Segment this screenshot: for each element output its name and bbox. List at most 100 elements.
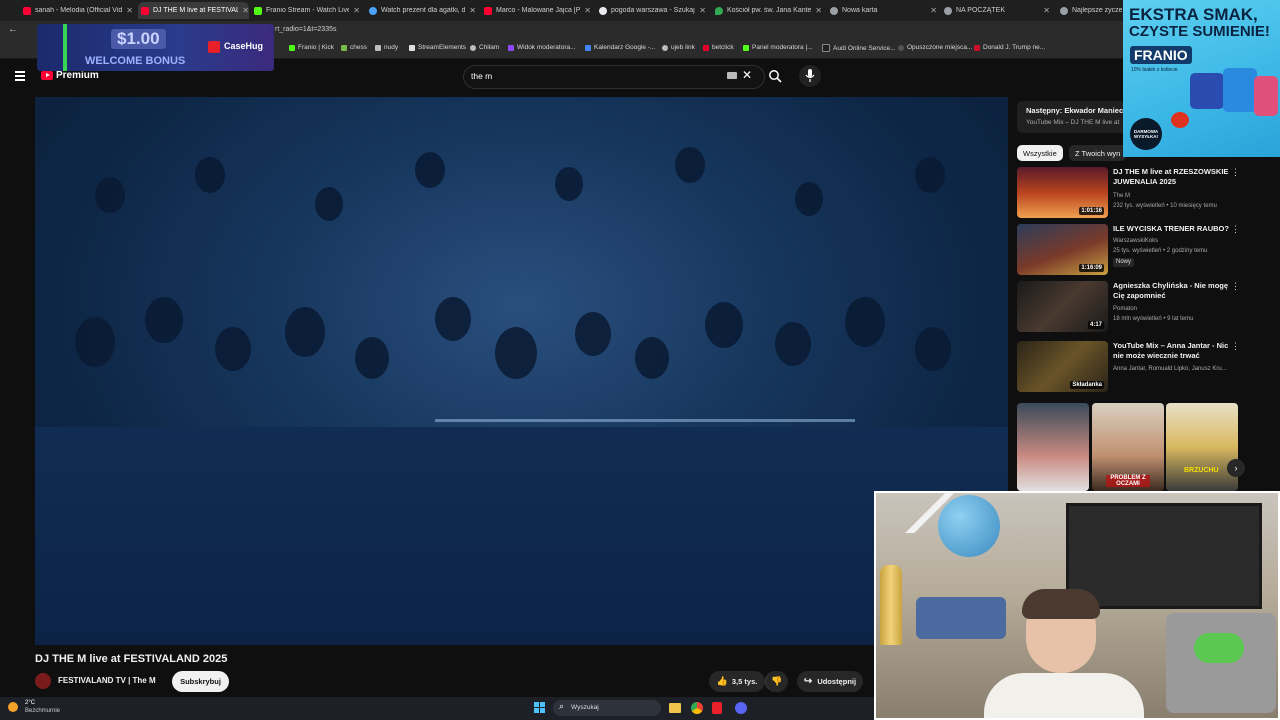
close-tab-icon[interactable]: ✕	[1043, 6, 1050, 15]
globe-bookmark-icon	[470, 44, 476, 51]
search-box[interactable]: the m ✕	[463, 65, 765, 89]
search-input[interactable]: the m	[471, 71, 492, 81]
voice-search-button[interactable]	[799, 65, 821, 87]
browser-tab[interactable]: Kościół pw. św. Jana Kantego ✕	[715, 2, 822, 19]
bookmark-item[interactable]: Kalendarz Google -...	[585, 44, 655, 51]
folder-icon	[375, 44, 381, 51]
bookmark-item[interactable]: chess	[341, 44, 367, 51]
browser-tab[interactable]: Najlepsze życzenia	[1060, 2, 1122, 19]
short-thumbnail[interactable]	[1017, 403, 1089, 491]
recommendation-item[interactable]: 1:16:09 ILE WYCISKA TRENER RAUBO? Warsza…	[1017, 224, 1257, 276]
keyboard-icon[interactable]	[727, 72, 737, 79]
youtube-favicon-icon	[23, 6, 31, 15]
bookmark-item[interactable]: Chiłam	[470, 44, 499, 51]
dislike-button[interactable]: 👎	[765, 671, 788, 692]
back-arrow-icon[interactable]: ←	[8, 24, 18, 35]
like-button[interactable]: 👍 3,5 tys.	[709, 671, 765, 692]
browser-tab[interactable]: Marco - Malowane Jajca [Pari ✕	[484, 2, 591, 19]
close-tab-icon[interactable]: ✕	[815, 6, 822, 15]
browser-tab-active[interactable]: DJ THE M live at FESTIVALAND✕	[138, 2, 249, 19]
channel-name[interactable]: WarszawskiKoks	[1113, 237, 1238, 246]
channel-name[interactable]: The M	[1113, 192, 1238, 201]
bookmark-item[interactable]: Panel moderatora |...	[743, 44, 813, 51]
bookmark-item[interactable]: nudy	[375, 44, 398, 51]
video-title[interactable]: ILE WYCISKA TRENER RAUBO?	[1113, 224, 1238, 234]
sword-icon	[63, 24, 67, 71]
chip-from-search[interactable]: Z Twoich wyn	[1069, 145, 1126, 161]
more-options-icon[interactable]: ⋮	[1231, 341, 1240, 352]
hamburger-menu-icon[interactable]	[10, 67, 30, 85]
channel-avatar[interactable]	[35, 673, 51, 689]
bookmark-item[interactable]: Franio | Kick	[289, 44, 334, 51]
channel-name[interactable]: Pomaton	[1113, 305, 1238, 314]
recommendation-item[interactable]: Składanka YouTube Mix – Anna Jantar - Ni…	[1017, 341, 1257, 393]
close-tab-icon[interactable]: ✕	[126, 6, 133, 15]
video-title[interactable]: DJ THE M live at RZESZOWSKIE JUWENALIA 2…	[1113, 167, 1238, 187]
browser-tab[interactable]: sanah - Melodia (Official Vide ✕	[23, 2, 133, 19]
video-title-heading: DJ THE M live at FESTIVALAND 2025	[35, 653, 228, 665]
more-options-icon[interactable]: ⋮	[1231, 281, 1240, 292]
more-options-icon[interactable]: ⋮	[1231, 224, 1240, 235]
close-tab-icon[interactable]: ✕	[353, 6, 360, 15]
recommendation-item[interactable]: 1:01:16 DJ THE M live at RZESZOWSKIE JUW…	[1017, 167, 1257, 219]
shorts-next-button[interactable]: ›	[1227, 459, 1245, 477]
video-thumbnail[interactable]: 1:01:16	[1017, 167, 1108, 218]
protein-tub-image	[1223, 68, 1257, 112]
address-url[interactable]: rt_radio=1&t=2335s	[275, 26, 337, 33]
more-options-icon[interactable]: ⋮	[1231, 167, 1240, 178]
bookmark-item[interactable]: Donald J. Trump ne...	[974, 44, 1045, 51]
browser-tab[interactable]: NA POCZĄTEK ✕	[944, 2, 1050, 19]
short-thumbnail[interactable]: PROBLEM Z OCZAMI	[1092, 403, 1164, 491]
bookmark-item[interactable]: ujeb link	[662, 44, 695, 51]
fruit-image	[1171, 112, 1189, 128]
share-button[interactable]: ↪ Udostępnij	[797, 671, 863, 692]
file-explorer-icon[interactable]	[669, 703, 681, 713]
video-duration: 1:01:16	[1079, 207, 1104, 215]
video-title[interactable]: Agnieszka Chylińska - Nie mogę Cię zapom…	[1113, 281, 1238, 301]
close-tab-icon[interactable]: ✕	[699, 6, 706, 15]
browser-tab[interactable]: Franio Stream - Watch Live on✕	[254, 2, 360, 19]
browser-tab[interactable]: Nowa karta ✕	[830, 2, 937, 19]
browser-tab[interactable]: Watch prezent dla agatki, darm✕	[369, 2, 476, 19]
short-thumbnail[interactable]: BRZUCHU	[1166, 403, 1238, 491]
bookmark-item[interactable]: betclick	[703, 44, 734, 51]
thumbs-down-icon: 👎	[771, 676, 783, 686]
green-plush-image	[1194, 633, 1244, 663]
sofa-image	[1166, 613, 1276, 713]
bookmark-item[interactable]: Audi Online Service...	[822, 44, 896, 52]
subscribe-button[interactable]: Subskrybuj	[172, 671, 229, 692]
clear-search-icon[interactable]: ✕	[742, 68, 752, 82]
bonus-line: WELCOME BONUS	[85, 55, 186, 67]
close-tab-icon[interactable]: ✕	[584, 6, 591, 15]
taskbar-app-icon[interactable]	[712, 702, 722, 714]
video-thumbnail[interactable]: Składanka	[1017, 341, 1108, 392]
chevron-right-icon: ›	[1234, 463, 1238, 473]
video-stats: 232 tys. wyświetleń • 10 miesięcy temu	[1113, 203, 1217, 209]
search-button[interactable]	[764, 65, 784, 87]
up-next-title: Następny: Ekwador Maniecz	[1026, 106, 1127, 115]
youtube-logo[interactable]: Premium	[41, 70, 99, 81]
recommendation-item[interactable]: 4:17 Agnieszka Chylińska - Nie mogę Cię …	[1017, 281, 1257, 333]
close-tab-icon[interactable]: ✕	[469, 6, 476, 15]
casino-bonus-overlay: $1.00 WELCOME BONUS CaseHug	[37, 24, 274, 71]
video-title[interactable]: YouTube Mix – Anna Jantar - Nic nie może…	[1113, 341, 1238, 361]
chip-all[interactable]: Wszystkie	[1017, 145, 1063, 161]
weather-icon	[8, 702, 18, 712]
video-player[interactable]	[35, 97, 1008, 645]
close-tab-icon[interactable]: ✕	[930, 6, 937, 15]
taskbar-app-icon[interactable]	[735, 702, 747, 714]
bookmark-item[interactable]: Opuszczone miejsca...	[898, 44, 972, 51]
channel-name-link[interactable]: FESTIVALAND TV | The M	[58, 676, 156, 685]
video-duration: 1:16:09	[1079, 264, 1104, 272]
chrome-icon[interactable]	[691, 702, 703, 714]
browser-tab[interactable]: pogoda warszawa - Szukaj w ✕	[599, 2, 706, 19]
video-thumbnail[interactable]: 4:17	[1017, 281, 1108, 332]
start-button[interactable]	[534, 702, 546, 714]
video-thumbnail[interactable]: 1:16:09	[1017, 224, 1108, 275]
close-tab-icon[interactable]: ✕	[242, 6, 249, 15]
channel-name[interactable]: Anna Jantar, Romuald Lipko, Janusz Kru..…	[1113, 365, 1238, 374]
taskbar-search[interactable]: ⌕ Wyszukaj	[553, 700, 661, 716]
bookmark-item[interactable]: StreamElements	[409, 44, 466, 51]
bookmark-item[interactable]: Widok moderatora...	[508, 44, 576, 51]
share-label: Udostępnij	[817, 677, 857, 686]
